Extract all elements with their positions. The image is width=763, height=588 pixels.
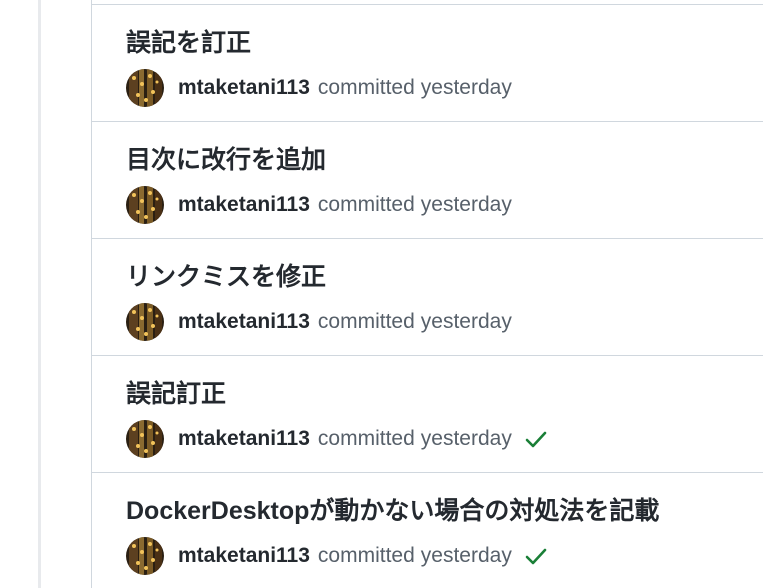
- author-link[interactable]: mtaketani113: [178, 193, 310, 217]
- commit-meta: mtaketani113 committed yesterday: [126, 537, 548, 575]
- avatar[interactable]: [126, 69, 164, 107]
- commit-item: 目次に改行を追加 mtaketani113 committed yesterda…: [92, 122, 763, 239]
- relative-time: yesterday: [420, 76, 512, 99]
- commit-meta: mtaketani113 committed yesterday: [126, 303, 512, 341]
- commit-item: 誤記訂正 mtaketani113 committed yesterday: [92, 356, 763, 473]
- commit-title-link[interactable]: リンクミスを修正: [126, 257, 326, 293]
- avatar[interactable]: [126, 303, 164, 341]
- committed-label: committed: [317, 310, 415, 333]
- commit-item: 誤記を訂正 mtaketani113 committed yesterday: [92, 5, 763, 122]
- commit-history-page: 誤記を訂正 mtaketani113 committed yesterday 目…: [0, 0, 763, 588]
- commit-meta: mtaketani113 committed yesterday: [126, 186, 512, 224]
- avatar[interactable]: [126, 186, 164, 224]
- author-link[interactable]: mtaketani113: [178, 544, 310, 568]
- commit-list: 誤記を訂正 mtaketani113 committed yesterday 目…: [91, 0, 763, 588]
- commit-item: リンクミスを修正 mtaketani113 committed yesterda…: [92, 239, 763, 356]
- relative-time: yesterday: [420, 427, 512, 450]
- check-icon[interactable]: [524, 544, 548, 568]
- author-link[interactable]: mtaketani113: [178, 310, 310, 334]
- commit-meta: mtaketani113 committed yesterday: [126, 69, 512, 107]
- avatar[interactable]: [126, 420, 164, 458]
- commit-title-link[interactable]: 誤記を訂正: [126, 23, 251, 59]
- author-link[interactable]: mtaketani113: [178, 427, 310, 451]
- commit-title-link[interactable]: DockerDesktopが動かない場合の対処法を記載: [126, 491, 659, 527]
- committed-label: committed: [317, 76, 415, 99]
- relative-time: yesterday: [420, 193, 512, 216]
- author-link[interactable]: mtaketani113: [178, 76, 310, 100]
- relative-time: yesterday: [420, 544, 512, 567]
- relative-time: yesterday: [420, 310, 512, 333]
- timeline-line: [38, 0, 41, 588]
- check-icon[interactable]: [524, 427, 548, 451]
- commit-meta: mtaketani113 committed yesterday: [126, 420, 548, 458]
- commit-title-link[interactable]: 誤記訂正: [126, 374, 226, 410]
- avatar[interactable]: [126, 537, 164, 575]
- committed-label: committed: [317, 193, 415, 216]
- committed-label: committed: [317, 427, 415, 450]
- commit-title-link[interactable]: 目次に改行を追加: [126, 140, 326, 176]
- committed-label: committed: [317, 544, 415, 567]
- commit-item: DockerDesktopが動かない場合の対処法を記載 mtaketani113…: [92, 473, 763, 588]
